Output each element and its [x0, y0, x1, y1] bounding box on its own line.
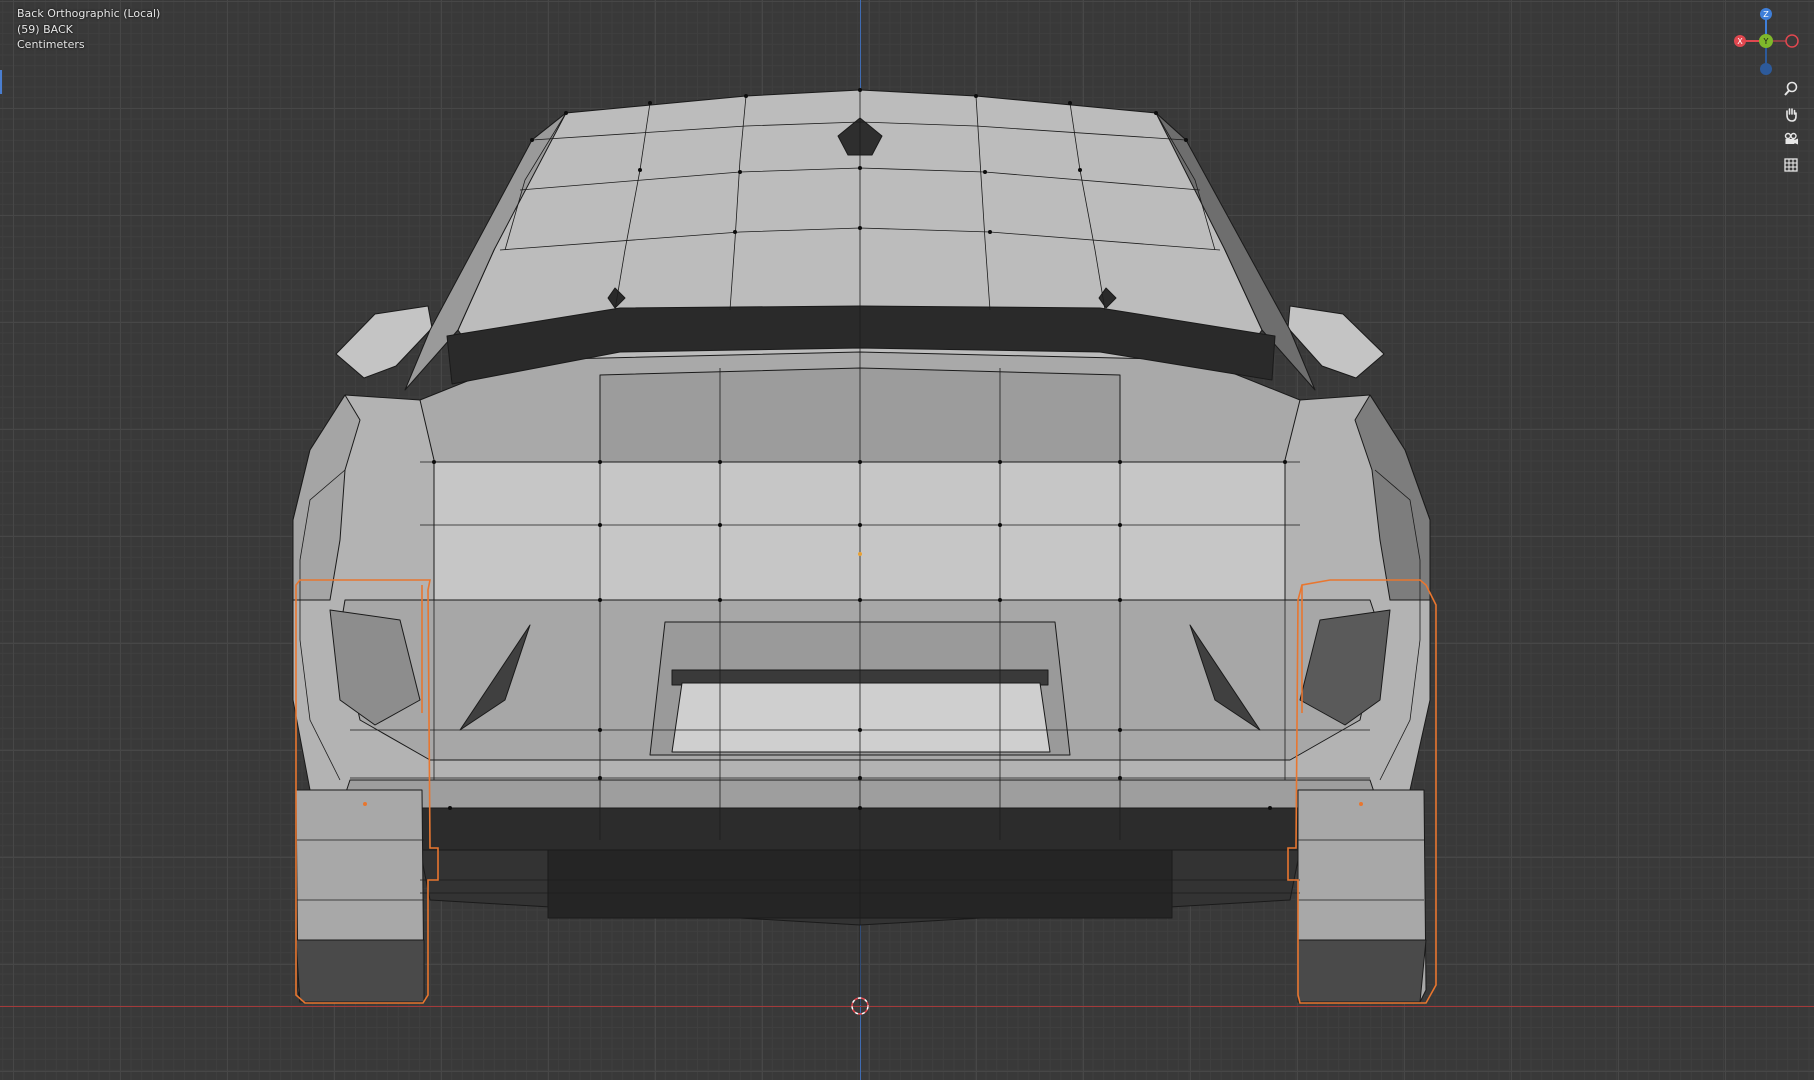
left-wheel-dark: [295, 939, 425, 1003]
grid-icon: [1784, 158, 1798, 172]
z-axis-label: Z: [1763, 10, 1769, 19]
hand-icon: [1786, 108, 1797, 122]
neg-x-axis-handle: [1785, 34, 1799, 48]
right-wheel-dark: [1297, 939, 1427, 1003]
zoom-tool-button[interactable]: [1780, 78, 1802, 100]
license-plate: [671, 682, 1051, 753]
magnifier-icon: [1784, 81, 1798, 96]
grid-view-button[interactable]: [1780, 154, 1802, 176]
rear-panel-light-band: [433, 461, 1286, 601]
navigation-gizmo[interactable]: Z X Y: [1726, 8, 1806, 78]
left-origin: [363, 802, 367, 806]
car-mesh[interactable]: [0, 0, 1814, 1080]
neg-z-axis-handle: [1760, 63, 1772, 75]
right-origin: [1359, 802, 1363, 806]
pan-tool-button[interactable]: [1780, 103, 1802, 125]
camera-view-button[interactable]: [1780, 128, 1802, 150]
camera-icon: [1784, 132, 1798, 145]
x-axis-label: X: [1737, 37, 1743, 46]
y-axis-label: Y: [1763, 37, 1769, 46]
object-origin: [858, 552, 862, 556]
